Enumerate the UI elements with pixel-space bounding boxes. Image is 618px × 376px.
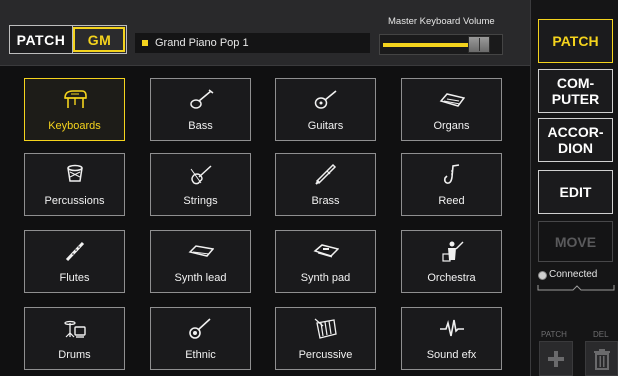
organ-keyboard-icon <box>437 86 467 112</box>
category-label: Flutes <box>59 272 90 284</box>
gm-mode-button[interactable]: GM <box>72 26 126 53</box>
plus-icon <box>548 350 564 367</box>
category-tile-bass[interactable]: Bass <box>150 78 251 141</box>
xylophone-icon <box>311 315 341 341</box>
category-tile-guitars[interactable]: Guitars <box>275 78 376 141</box>
add-patch-button[interactable] <box>539 341 573 376</box>
category-tile-brass[interactable]: Brass <box>275 153 376 216</box>
top-bar: PATCH GM Grand Piano Pop 1 Master Keyboa… <box>0 0 530 66</box>
category-tile-organs[interactable]: Organs <box>401 78 502 141</box>
synth-keyboard-icon <box>186 238 216 264</box>
move-button[interactable]: MOVE <box>538 221 613 262</box>
waveform-icon <box>437 315 467 341</box>
category-tile-percussions[interactable]: Percussions <box>24 153 125 216</box>
category-tile-strings[interactable]: Strings <box>150 153 251 216</box>
category-tile-orchestra[interactable]: Orchestra <box>401 230 502 293</box>
right-sidebar: PATCH COM- PUTER ACCOR- DION EDIT MOVE <box>530 0 618 376</box>
category-label: Percussive <box>298 349 353 361</box>
trumpet-icon <box>311 161 341 187</box>
category-label: Ethnic <box>185 349 216 361</box>
connection-status: Connected <box>537 268 615 294</box>
patch-small-label: PATCH <box>541 330 567 339</box>
grand-piano-icon <box>60 86 90 112</box>
main-panel: PATCH GM Grand Piano Pop 1 Master Keyboa… <box>0 0 530 376</box>
category-label: Synth lead <box>174 272 227 284</box>
flute-icon <box>60 238 90 264</box>
category-tile-synth-lead[interactable]: Synth lead <box>150 230 251 293</box>
acoustic-guitar-icon <box>311 86 341 112</box>
master-volume-slider[interactable] <box>379 34 503 55</box>
category-tile-drums[interactable]: Drums <box>24 307 125 370</box>
delete-patch-button[interactable] <box>585 341 618 376</box>
category-tile-sound-efx[interactable]: Sound efx <box>401 307 502 370</box>
patch-mode-button[interactable]: PATCH <box>10 26 72 53</box>
category-label: Synth pad <box>300 272 351 284</box>
drum-kit-icon <box>60 315 90 341</box>
category-label: Reed <box>438 195 465 207</box>
category-label: Sound efx <box>426 349 477 361</box>
category-label: Percussions <box>44 195 105 207</box>
patch-button[interactable]: PATCH <box>538 19 613 63</box>
category-label: Keyboards <box>48 120 101 132</box>
category-tile-percussive[interactable]: Percussive <box>275 307 376 370</box>
patch-name: Grand Piano Pop 1 <box>155 37 249 49</box>
category-tile-synth-pad[interactable]: Synth pad <box>275 230 376 293</box>
bass-guitar-icon <box>186 86 216 112</box>
connection-bracket-icon <box>537 285 615 291</box>
master-volume-label: Master Keyboard Volume <box>388 16 495 27</box>
category-label: Bass <box>188 120 213 132</box>
master-volume-thumb[interactable] <box>468 36 490 53</box>
trash-icon <box>593 348 610 370</box>
del-small-label: DEL <box>593 330 609 339</box>
category-label: Organs <box>433 120 470 132</box>
saxophone-icon <box>437 161 467 187</box>
edit-button[interactable]: EDIT <box>538 170 613 214</box>
category-label: Strings <box>183 195 218 207</box>
patch-gm-toggle[interactable]: PATCH GM <box>9 25 127 54</box>
category-label: Guitars <box>307 120 344 132</box>
current-patch-display: Grand Piano Pop 1 <box>135 33 370 53</box>
category-label: Orchestra <box>427 272 476 284</box>
violin-icon <box>186 161 216 187</box>
connection-status-text: Connected <box>549 269 598 280</box>
category-label: Drums <box>58 349 91 361</box>
category-tile-keyboards[interactable]: Keyboards <box>24 78 125 141</box>
banjo-icon <box>186 315 216 341</box>
patch-indicator-led <box>142 40 148 46</box>
category-tile-flutes[interactable]: Flutes <box>24 230 125 293</box>
drum-icon <box>60 161 90 187</box>
synth-pad-icon <box>311 238 341 264</box>
category-tile-reed[interactable]: Reed <box>401 153 502 216</box>
computer-button[interactable]: COM- PUTER <box>538 69 613 113</box>
globe-icon <box>538 271 547 280</box>
master-volume-fill <box>383 43 473 47</box>
accordion-button[interactable]: ACCOR- DION <box>538 118 613 162</box>
category-tile-ethnic[interactable]: Ethnic <box>150 307 251 370</box>
category-label: Brass <box>311 195 340 207</box>
conductor-icon <box>437 238 467 264</box>
